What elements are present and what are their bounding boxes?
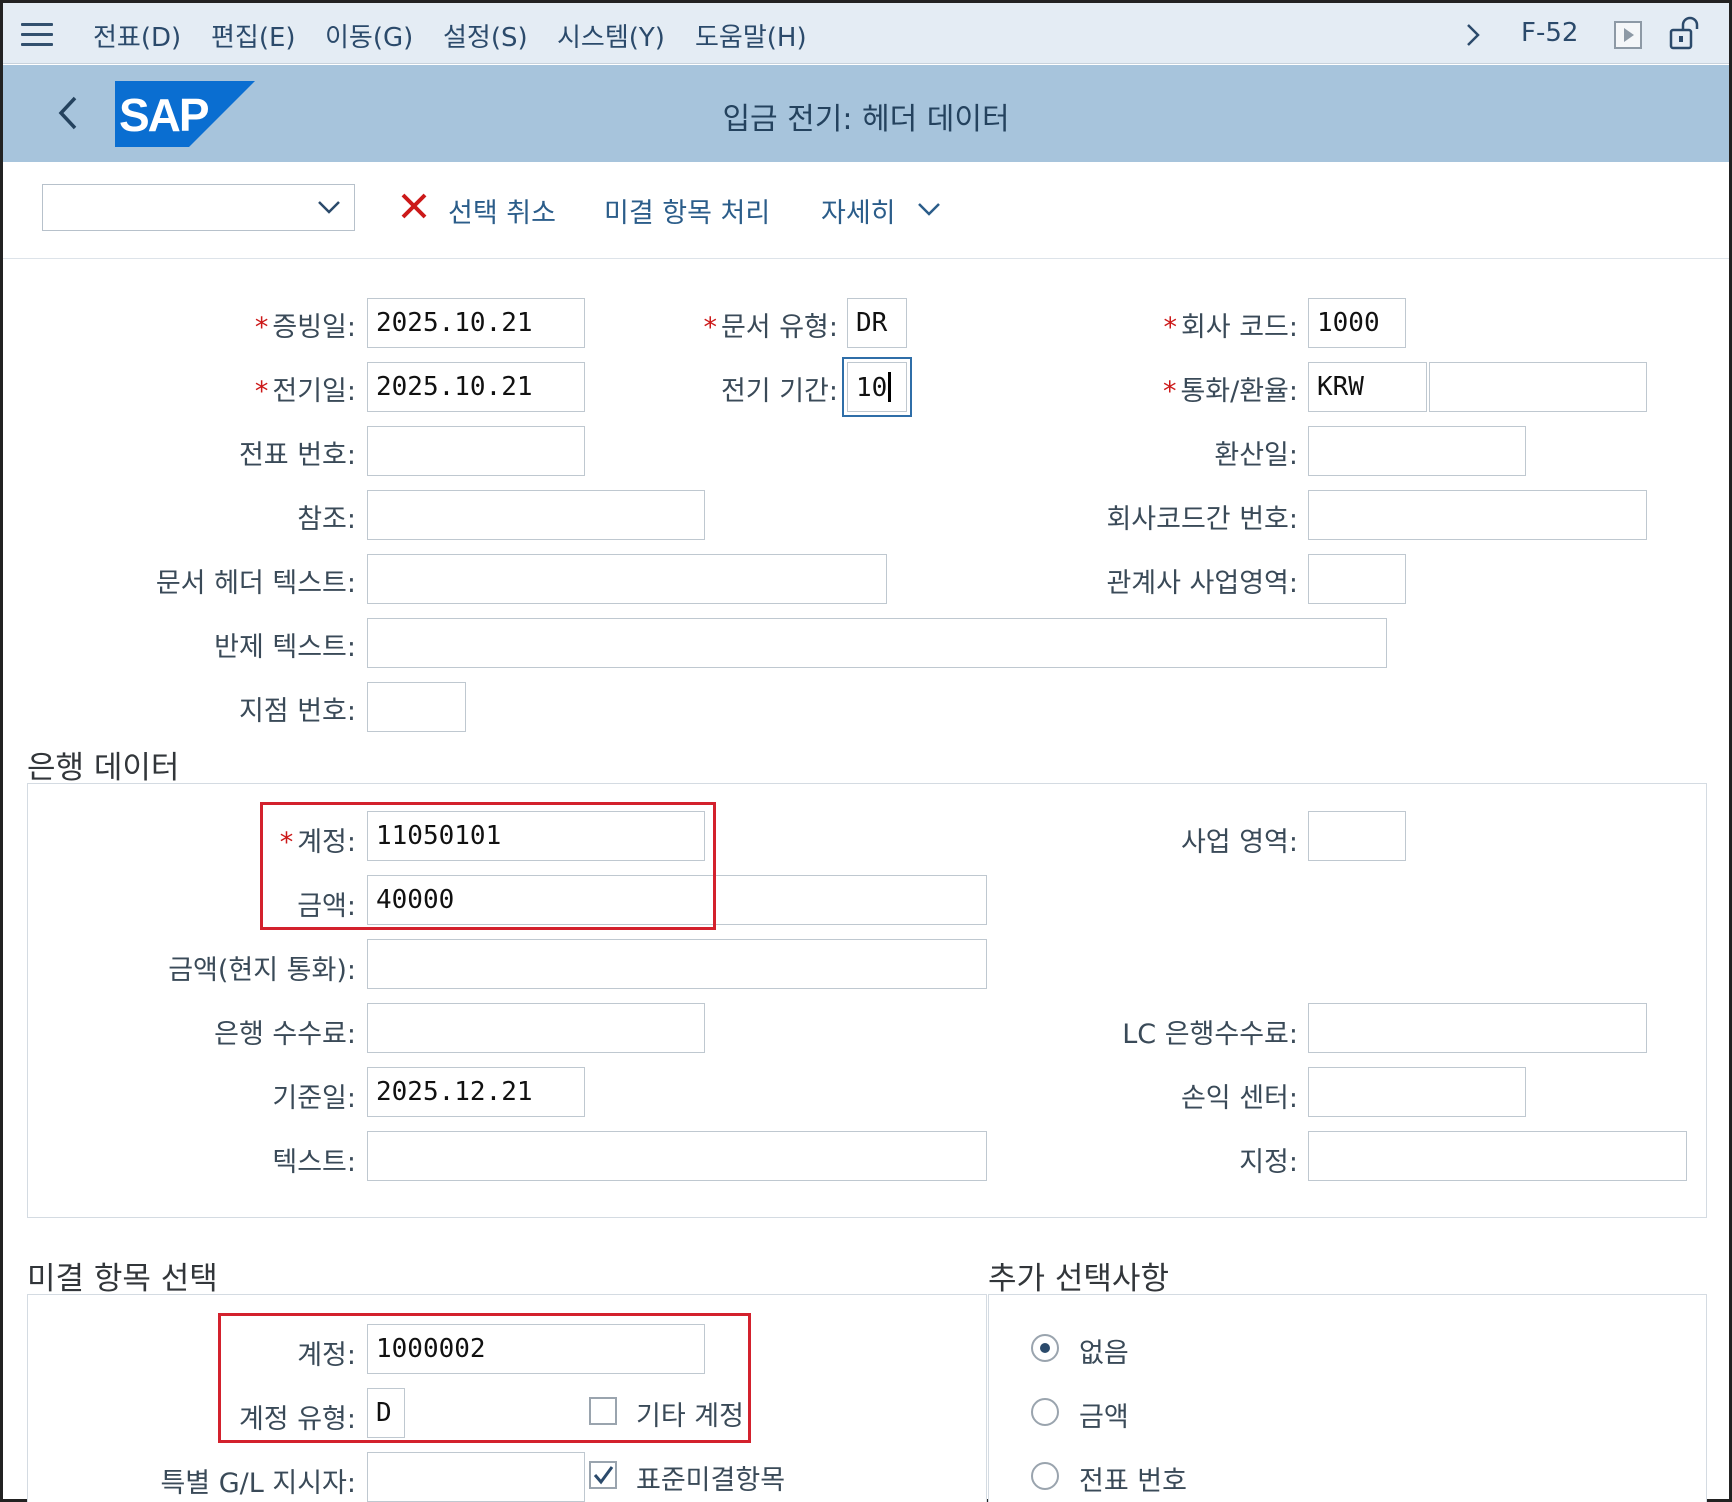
- document-type-field[interactable]: DR: [847, 298, 907, 348]
- clearing-text-label: 반제 텍스트:: [214, 632, 356, 663]
- cross-cc-number-label: 회사코드간 번호:: [1106, 504, 1298, 535]
- account-type-label: 계정 유형:: [238, 1404, 356, 1435]
- menu-system[interactable]: 시스템(Y): [557, 17, 665, 54]
- menu-help[interactable]: 도움말(H): [695, 17, 807, 54]
- account-type-field[interactable]: D: [367, 1388, 405, 1438]
- bank-account-field[interactable]: 11050101: [367, 811, 705, 861]
- posting-period-label: 전기 기간:: [720, 376, 838, 407]
- company-code-field[interactable]: 1000: [1308, 298, 1406, 348]
- posting-date-label: * 전기일:: [254, 376, 356, 407]
- execute-icon[interactable]: [1613, 20, 1643, 50]
- oi-account-field[interactable]: 1000002: [367, 1324, 705, 1374]
- bank-charges-field[interactable]: [367, 1003, 705, 1053]
- menu-goto[interactable]: 이동(G): [325, 17, 413, 54]
- process-open-items-button[interactable]: 미결 항목 처리: [604, 191, 770, 230]
- radio-document-number[interactable]: [1031, 1462, 1059, 1490]
- special-gl-field[interactable]: [367, 1452, 585, 1502]
- reference-field[interactable]: [367, 490, 705, 540]
- amount-label: 금액:: [297, 891, 356, 922]
- menu-bar: 전표(D) 편집(E) 이동(G) 설정(S) 시스템(Y) 도움말(H) F-…: [3, 3, 1729, 64]
- more-chevron-down-icon[interactable]: [916, 199, 942, 219]
- special-gl-label: 특별 G/L 지시자:: [160, 1468, 356, 1499]
- radio-none[interactable]: [1031, 1334, 1059, 1362]
- bank-data-section-title: 은행 데이터: [27, 750, 180, 786]
- posting-period-field[interactable]: 10: [847, 362, 907, 412]
- lc-bank-charges-field[interactable]: [1308, 1003, 1647, 1053]
- reference-label: 참조:: [297, 504, 356, 535]
- radio-amount-label: 금액: [1079, 1402, 1129, 1433]
- value-date-field[interactable]: 2025.12.21: [367, 1067, 585, 1117]
- bank-text-field[interactable]: [367, 1131, 987, 1181]
- transaction-code: F-52: [1521, 18, 1579, 48]
- text-caret: [888, 372, 892, 402]
- unlock-icon[interactable]: [1668, 16, 1702, 52]
- business-area-field[interactable]: [1308, 811, 1406, 861]
- amount-local-label: 금액(현지 통화):: [168, 955, 356, 986]
- trading-partner-ba-field[interactable]: [1308, 554, 1406, 604]
- radio-amount[interactable]: [1031, 1398, 1059, 1426]
- clearing-text-field[interactable]: [367, 618, 1387, 668]
- assignment-field[interactable]: [1308, 1131, 1687, 1181]
- cancel-x-icon[interactable]: [399, 191, 429, 221]
- radio-none-label: 없음: [1079, 1338, 1129, 1369]
- toolbar: 선택 취소 미결 항목 처리 자세히: [3, 163, 1729, 259]
- cancel-selection-button[interactable]: 선택 취소: [448, 191, 556, 230]
- document-number-label: 전표 번호:: [238, 440, 356, 471]
- translation-date-label: 환산일:: [1214, 440, 1298, 471]
- menu-edit[interactable]: 편집(E): [211, 17, 296, 54]
- document-number-field[interactable]: [367, 426, 585, 476]
- additional-selections-title: 추가 선택사항: [988, 1261, 1169, 1297]
- chevron-down-icon: [318, 201, 340, 214]
- business-area-label: 사업 영역:: [1180, 827, 1298, 858]
- document-type-label: * 문서 유형:: [703, 312, 838, 343]
- trading-partner-ba-label: 관계사 사업영역:: [1106, 568, 1298, 599]
- checkmark-icon: [593, 1466, 614, 1485]
- amount-local-field[interactable]: [367, 939, 987, 989]
- bank-charges-label: 은행 수수료:: [214, 1019, 356, 1050]
- doc-header-text-label: 문서 헤더 텍스트:: [155, 568, 356, 599]
- posting-date-field[interactable]: 2025.10.21: [367, 362, 585, 412]
- branch-number-field[interactable]: [367, 682, 466, 732]
- toolbar-dropdown[interactable]: [42, 184, 355, 231]
- bank-account-label: * 계정:: [279, 827, 356, 858]
- menu-settings[interactable]: 설정(S): [443, 17, 528, 54]
- open-item-selection-title: 미결 항목 선택: [27, 1261, 218, 1297]
- standard-oi-checkbox[interactable]: [589, 1461, 617, 1489]
- document-date-field[interactable]: 2025.10.21: [367, 298, 585, 348]
- other-accounts-checkbox[interactable]: [589, 1397, 617, 1425]
- assignment-label: 지정:: [1239, 1147, 1298, 1178]
- other-accounts-label: 기타 계정: [636, 1401, 744, 1432]
- radio-document-number-label: 전표 번호: [1079, 1466, 1187, 1497]
- value-date-label: 기준일:: [272, 1083, 356, 1114]
- more-button[interactable]: 자세히: [821, 191, 896, 230]
- company-code-label: * 회사 코드:: [1163, 312, 1298, 343]
- standard-oi-label: 표준미결항목: [636, 1465, 786, 1496]
- oi-account-label: 계정:: [297, 1340, 356, 1371]
- amount-field[interactable]: 40000: [367, 875, 987, 925]
- translation-date-field[interactable]: [1308, 426, 1526, 476]
- profit-center-label: 손익 센터:: [1180, 1083, 1298, 1114]
- currency-rate-label: * 통화/환율:: [1162, 376, 1298, 407]
- bank-text-label: 텍스트:: [272, 1147, 356, 1178]
- branch-number-label: 지점 번호:: [238, 696, 356, 727]
- profit-center-field[interactable]: [1308, 1067, 1526, 1117]
- page-title: 입금 전기: 헤더 데이터: [722, 102, 1010, 137]
- menu-document[interactable]: 전표(D): [93, 17, 181, 54]
- exchange-rate-field[interactable]: [1429, 362, 1647, 412]
- lc-bank-charges-label: LC 은행수수료:: [1122, 1019, 1298, 1050]
- currency-field[interactable]: KRW: [1308, 362, 1427, 412]
- title-bar: SAP 입금 전기: 헤더 데이터: [3, 65, 1729, 162]
- cross-cc-number-field[interactable]: [1308, 490, 1647, 540]
- chevron-right-icon[interactable]: [1463, 21, 1483, 49]
- menu-hamburger-icon[interactable]: [21, 23, 53, 47]
- doc-header-text-field[interactable]: [367, 554, 887, 604]
- document-date-label: * 증빙일:: [254, 312, 356, 343]
